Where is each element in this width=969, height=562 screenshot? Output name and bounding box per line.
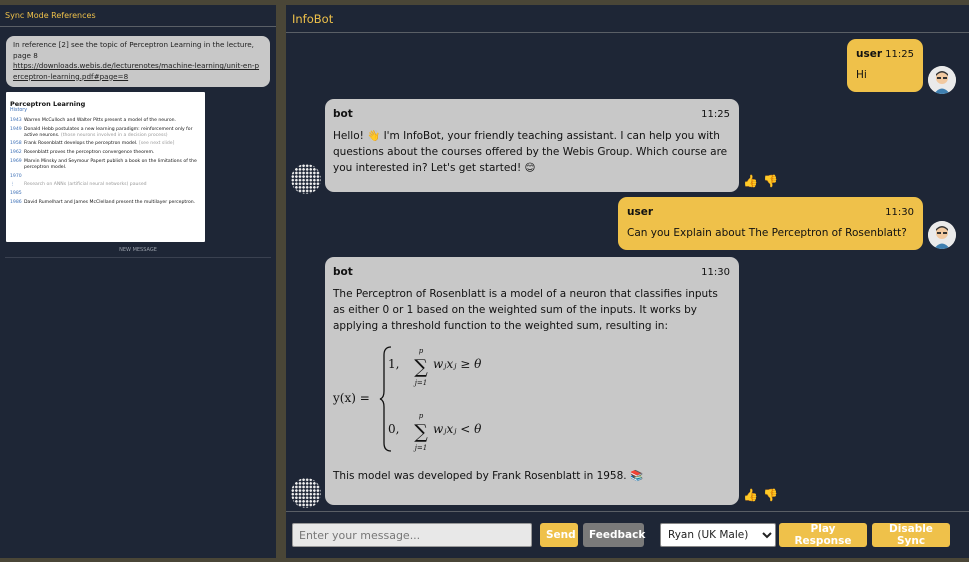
input-bar: Send Feedback Ryan (UK Male) Play Respon… bbox=[286, 511, 969, 558]
slide-event-note: (those neurons involved in a decision pr… bbox=[60, 132, 168, 138]
feedback-button[interactable]: Feedback bbox=[583, 523, 645, 547]
bot-message: bot 11:30 The Perceptron of Rosenblatt i… bbox=[325, 257, 739, 505]
slide-history-row: ⋮ Research on ANNs (artificial neural ne… bbox=[10, 182, 201, 188]
new-message-divider: NEW MESSAGE bbox=[5, 247, 271, 258]
slide-event-note: Research on ANNs (artificial neural netw… bbox=[24, 182, 147, 188]
slide-history-row: 1985 bbox=[10, 191, 201, 197]
user-avatar bbox=[928, 66, 956, 94]
sum-lower: j=1 bbox=[414, 444, 428, 452]
slide-event: Warren McCulloch and Walter Pitts presen… bbox=[24, 118, 176, 124]
slide-history-row: 1962 Rosenblatt proves the perceptron con… bbox=[10, 150, 201, 156]
slide-event-text: Warren McCulloch and Walter Pitts presen… bbox=[24, 118, 177, 123]
feedback-thumbs: 👍 👎 bbox=[743, 174, 778, 188]
slide-year: 1943 bbox=[10, 118, 22, 123]
sum-symbol-1: p ∑ j=1 bbox=[411, 343, 431, 391]
case2-value: 0, bbox=[388, 422, 400, 436]
feedback-thumbs: 👍 👎 bbox=[743, 488, 778, 502]
message-sender: bot bbox=[333, 108, 353, 120]
thumbs-up-icon[interactable]: 👍 bbox=[743, 174, 758, 188]
slide-year: ⋮ bbox=[10, 182, 15, 188]
message-footer-text: This model was developed by Frank Rosenb… bbox=[333, 470, 644, 482]
user-message: user 11:25 Hi bbox=[847, 39, 923, 92]
message-time: 11:25 bbox=[885, 49, 914, 60]
slide-event: Research on ANNs (artificial neural netw… bbox=[24, 182, 147, 188]
slide-event: Rosenblatt proves the perceptron converg… bbox=[24, 150, 154, 156]
message-time: 11:30 bbox=[701, 267, 730, 278]
slide-year: 1969 bbox=[10, 158, 22, 164]
slide-event: Marvin Minsky and Seymour Papert publish… bbox=[24, 159, 201, 171]
reference-message: In reference [2] see the topic of Percep… bbox=[6, 36, 270, 87]
user-message: user 11:30 Can you Explain about The Per… bbox=[618, 197, 923, 250]
slide-year: 1949 bbox=[10, 126, 22, 132]
bot-message: bot 11:25 Hello! 👋 I'm InfoBot, your fri… bbox=[325, 99, 739, 192]
slide-history-row: 1958 Frank Rosenblatt develops the percep… bbox=[10, 141, 201, 147]
slide-history-row: 1986 David Rumelhart and James McClelland… bbox=[10, 200, 201, 206]
reference-link[interactable]: https://downloads.webis.de/lecturenotes/… bbox=[13, 61, 259, 81]
case2-condition: wⱼxⱼ < θ bbox=[433, 422, 482, 436]
bot-avatar bbox=[291, 164, 321, 194]
case1-value: 1, bbox=[388, 357, 400, 371]
slide-event-text: Marvin Minsky and Seymour Papert publish… bbox=[24, 158, 197, 170]
reference-slide-preview[interactable]: Perceptron Learning History 1943 Warren M… bbox=[6, 92, 205, 242]
slide-event-text: David Rumelhart and James McClelland pre… bbox=[24, 199, 196, 205]
sum-lower: j=1 bbox=[414, 379, 428, 387]
message-sender: user bbox=[627, 206, 654, 218]
slide-year: 1962 bbox=[10, 150, 22, 156]
formula-lhs: y(x) = bbox=[333, 391, 370, 405]
bot-avatar bbox=[291, 478, 321, 508]
slide-year: 1986 bbox=[10, 199, 22, 205]
user-avatar-icon bbox=[928, 221, 956, 249]
thumbs-up-icon[interactable]: 👍 bbox=[743, 488, 758, 502]
slide-year: 1958 bbox=[10, 141, 22, 147]
references-panel: Sync Mode References In reference [2] se… bbox=[0, 5, 276, 558]
slide-history-row: 1970 bbox=[10, 174, 201, 180]
user-avatar bbox=[928, 221, 956, 249]
slide-event-note: [see next slide] bbox=[138, 141, 175, 147]
message-text: Hi bbox=[856, 69, 867, 81]
thumbs-down-icon[interactable]: 👎 bbox=[763, 174, 778, 188]
slide-event-text: Frank Rosenblatt develops the perceptron… bbox=[24, 141, 138, 147]
slide-history-row: 1949 Donald Hebb postulates a new learnin… bbox=[10, 127, 201, 139]
references-title: Sync Mode References bbox=[0, 5, 276, 27]
message-input[interactable] bbox=[292, 523, 532, 547]
chat-panel: InfoBot user 11:25 Hi bot 11:25 Hello! 👋… bbox=[286, 5, 969, 558]
thumbs-down-icon[interactable]: 👎 bbox=[763, 488, 778, 502]
message-time: 11:25 bbox=[701, 109, 730, 120]
slide-event: David Rumelhart and James McClelland pre… bbox=[24, 200, 195, 206]
reference-text: In reference [2] see the topic of Percep… bbox=[13, 40, 254, 60]
slide-event: Donald Hebb postulates a new learning pa… bbox=[24, 127, 201, 139]
slide-subtitle: History bbox=[10, 108, 28, 113]
message-time: 11:30 bbox=[885, 207, 914, 218]
slide-history-row: 1969 Marvin Minsky and Seymour Papert pub… bbox=[10, 159, 201, 171]
formula-block: y(x) = 1, p ∑ j=1 wⱼxⱼ ≥ θ 0, p ∑ j=1 wⱼ… bbox=[333, 343, 731, 455]
chat-history[interactable]: user 11:25 Hi bot 11:25 Hello! 👋 I'm Inf… bbox=[286, 33, 969, 511]
slide-history-row: 1943 Warren McCulloch and Walter Pitts pr… bbox=[10, 118, 201, 124]
play-response-button[interactable]: Play Response bbox=[779, 523, 867, 547]
send-button[interactable]: Send bbox=[540, 523, 578, 547]
app-title: InfoBot bbox=[286, 5, 969, 33]
slide-year: 1985 bbox=[10, 191, 22, 197]
slide-event: Frank Rosenblatt develops the perceptron… bbox=[24, 141, 174, 147]
sum-symbol-2: p ∑ j=1 bbox=[411, 408, 431, 456]
slide-event-text: Rosenblatt proves the perceptron converg… bbox=[24, 150, 155, 156]
disable-sync-button[interactable]: Disable Sync bbox=[872, 523, 950, 547]
user-avatar-icon bbox=[928, 66, 956, 94]
message-text: The Perceptron of Rosenblatt is a model … bbox=[333, 288, 718, 332]
message-sender: bot bbox=[333, 266, 353, 278]
case1-condition: wⱼxⱼ ≥ θ bbox=[433, 357, 482, 371]
message-text: Hello! 👋 I'm InfoBot, your friendly teac… bbox=[333, 130, 728, 174]
voice-select[interactable]: Ryan (UK Male) bbox=[660, 523, 776, 547]
slide-title: Perceptron Learning bbox=[10, 100, 86, 108]
message-text: Can you Explain about The Perceptron of … bbox=[627, 227, 907, 239]
slide-year: 1970 bbox=[10, 173, 22, 179]
